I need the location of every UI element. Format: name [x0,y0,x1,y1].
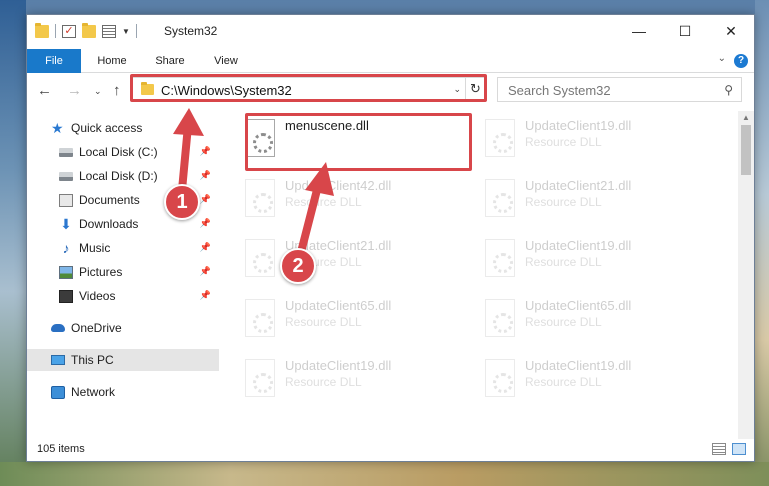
arrow-2-shaft [296,182,322,260]
arrow-1-head [173,108,204,136]
annotation-arrows [173,108,334,260]
step-2-badge: 2 [280,248,316,284]
step-1-badge: 1 [164,184,200,220]
arrow-1-shaft [178,122,192,194]
arrow-2-head [305,162,334,196]
